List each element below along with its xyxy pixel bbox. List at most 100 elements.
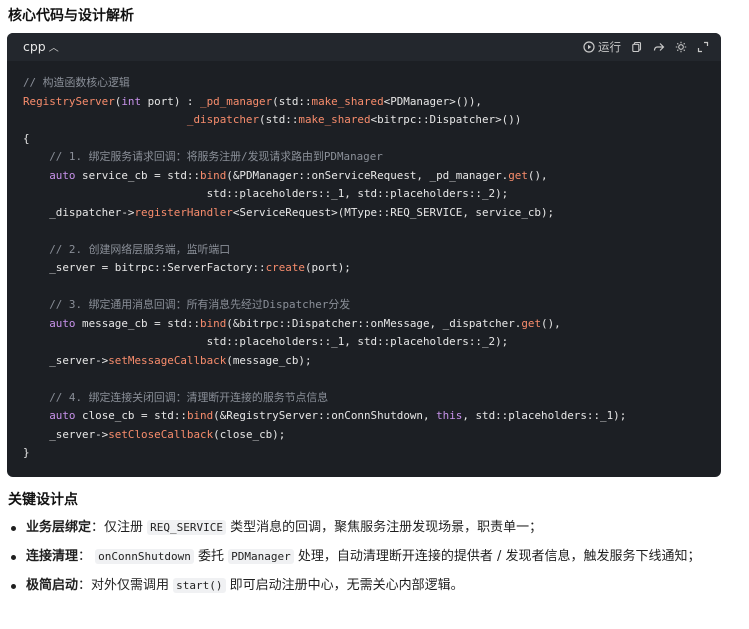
code-token: _pd_manager <box>200 94 273 108</box>
expand-button[interactable] <box>697 41 709 53</box>
code-token: std::placeholders::_1, std::placeholders… <box>23 187 509 200</box>
code-token: // 3. 绑定通用消息回调：所有消息先经过Dispatcher分发 <box>49 298 351 311</box>
bullet-separator: ： <box>78 549 96 564</box>
bullet-title: 业务层绑定 <box>26 520 92 535</box>
code-token: (&PDManager::onServiceRequest, _pd_manag… <box>226 168 509 182</box>
code-token: } <box>23 446 30 459</box>
code-token: bind <box>200 168 227 182</box>
run-label: 运行 <box>598 40 621 54</box>
code-token: auto <box>49 168 76 182</box>
design-points-list: 业务层绑定：仅注册 REQ_SERVICE 类型消息的回调，聚焦服务注册发现场景… <box>8 512 728 598</box>
theme-button[interactable] <box>675 41 687 53</box>
code-token: auto <box>49 316 76 330</box>
code-block: cpp ︿ 运行 // 构造函数核心逻辑 RegistryServer(int p… <box>7 33 721 477</box>
code-token: std::placeholders::_1, std::placeholders… <box>23 335 509 348</box>
code-content[interactable]: // 构造函数核心逻辑 RegistryServer(int port) : _… <box>23 74 626 463</box>
code-line: // 4. 绑定连接关闭回调：清理断开连接的服务节点信息 <box>23 391 328 404</box>
bullet-text: 类型消息的回调，聚焦服务注册发现场景，职责单一； <box>226 520 543 535</box>
inline-code: start() <box>173 578 226 593</box>
code-block-header: cpp ︿ 运行 <box>7 33 721 61</box>
code-line: _dispatcher(std::make_shared<bitrpc::Dis… <box>23 113 521 126</box>
language-label: cpp <box>23 39 46 54</box>
code-token: auto <box>49 409 76 422</box>
code-token: close_cb = std:: <box>75 409 187 422</box>
bullet-separator: ：对外仅需调用 <box>78 578 174 593</box>
code-token: // 2. 创建网络层服务端，监听端口 <box>49 242 231 256</box>
play-icon <box>583 41 595 53</box>
code-line: RegistryServer(int port) : _pd_manager(s… <box>23 95 482 108</box>
bullet-title: 连接清理 <box>26 549 79 564</box>
code-token: (&RegistryServer::onConnShutdown, <box>213 409 437 422</box>
bullet-text: 处理，自动清理断开连接的提供者 / 发现者信息，触发服务下线通知； <box>293 549 701 564</box>
code-token: <PDManager>()), <box>383 94 482 108</box>
code-token: _server = bitrpc::ServerFactory:: <box>23 261 266 274</box>
code-line: auto close_cb = std::bind(&RegistryServe… <box>23 409 626 422</box>
chevron-up-icon: ︿ <box>48 43 59 54</box>
code-token: bind <box>200 316 227 330</box>
code-token: _server-> <box>23 427 109 441</box>
code-token: <bitrpc::Dispatcher>()) <box>370 113 522 126</box>
list-item: 业务层绑定：仅注册 REQ_SERVICE 类型消息的回调，聚焦服务注册发现场景… <box>8 516 728 540</box>
code-toolbar: 运行 <box>583 33 709 61</box>
code-token: _dispatcher-> <box>23 205 135 219</box>
code-line: { <box>23 132 30 145</box>
code-token: _server-> <box>23 353 109 367</box>
code-token: { <box>23 131 30 145</box>
code-token: this <box>436 409 463 422</box>
code-token: (port); <box>304 261 351 274</box>
copy-icon <box>632 41 642 53</box>
code-token: make_shared <box>311 94 384 108</box>
inline-code: PDManager <box>228 549 294 564</box>
code-token: get <box>521 316 542 330</box>
code-line: auto message_cb = std::bind(&bitrpc::Dis… <box>23 316 561 330</box>
code-line: auto service_cb = std::bind(&PDManager::… <box>23 168 548 182</box>
code-line: std::placeholders::_1, std::placeholders… <box>23 335 509 348</box>
code-line: // 1. 绑定服务请求回调：将服务注册/发现请求路由到PDManager <box>23 150 383 163</box>
code-line: _server = bitrpc::ServerFactory::create(… <box>23 261 351 274</box>
code-line: std::placeholders::_1, std::placeholders… <box>23 187 509 200</box>
code-token: , std::placeholders::_1); <box>462 409 627 422</box>
code-token: make_shared <box>298 113 371 126</box>
theme-icon <box>675 41 687 53</box>
language-toggle[interactable]: cpp ︿ <box>23 39 59 54</box>
bullet-separator: ：仅注册 <box>91 520 148 535</box>
code-token: int <box>121 94 142 108</box>
bullet-title: 极简启动 <box>26 578 79 593</box>
code-line: _server->setMessageCallback(message_cb); <box>23 353 312 367</box>
bullet-text: 委托 <box>193 549 229 564</box>
code-token: (message_cb); <box>226 353 312 367</box>
code-token: (close_cb); <box>213 427 286 441</box>
code-line: _dispatcher->registerHandler<ServiceRequ… <box>23 206 554 219</box>
code-token: (), <box>527 168 548 182</box>
code-token: setMessageCallback <box>108 353 227 367</box>
share-icon <box>653 43 665 51</box>
code-token: port) : <box>141 94 201 108</box>
code-line: // 3. 绑定通用消息回调：所有消息先经过Dispatcher分发 <box>23 298 350 311</box>
section-heading: 核心代码与设计解析 <box>8 8 134 24</box>
copy-button[interactable] <box>631 41 643 53</box>
bullet-text: 即可启动注册中心，无需关心内部逻辑。 <box>225 578 464 593</box>
code-token: <ServiceRequest>(MType::REQ_SERVICE, ser… <box>232 205 555 219</box>
code-line: // 2. 创建网络层服务端，监听端口 <box>23 243 230 256</box>
code-token: // 构造函数核心逻辑 <box>23 76 130 89</box>
list-item: 极简启动：对外仅需调用 start() 即可启动注册中心，无需关心内部逻辑。 <box>8 574 728 598</box>
code-token: message_cb = std:: <box>75 316 201 330</box>
code-line: _server->setCloseCallback(close_cb); <box>23 428 285 441</box>
code-token: (), <box>541 316 561 330</box>
code-token: (&bitrpc::Dispatcher::onMessage, _dispat… <box>226 316 522 330</box>
code-token: create <box>265 261 305 274</box>
code-token: // 1. 绑定服务请求回调：将服务注册/发现请求路由到PDManager <box>49 150 383 163</box>
list-item: 连接清理： onConnShutdown 委托 PDManager 处理，自动清… <box>8 545 728 569</box>
share-button[interactable] <box>653 41 665 53</box>
code-token: setCloseCallback <box>108 427 214 441</box>
code-token: // 4. 绑定连接关闭回调：清理断开连接的服务节点信息 <box>49 390 329 404</box>
run-button[interactable]: 运行 <box>583 39 621 55</box>
inline-code: onConnShutdown <box>95 549 194 564</box>
code-token: get <box>508 168 528 182</box>
